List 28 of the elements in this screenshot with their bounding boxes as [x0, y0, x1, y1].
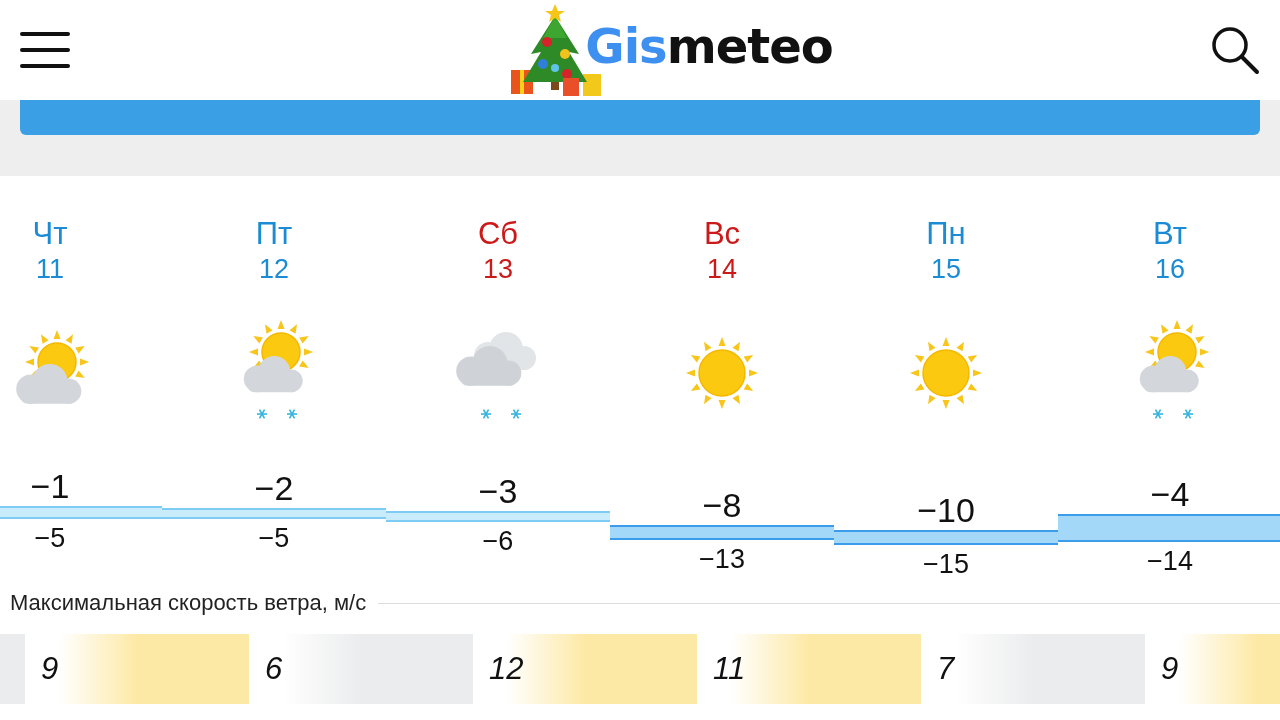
wind-speed-title: Максимальная скорость ветра, м/с: [10, 590, 367, 616]
max-temperature: −3: [478, 471, 518, 512]
weekday-label: Вс: [703, 216, 741, 252]
min-temperature: −6: [482, 524, 514, 558]
date-label: 14: [706, 253, 737, 286]
min-temperature: −15: [923, 548, 969, 581]
max-temperature: −1: [30, 465, 70, 506]
date-label: 16: [1154, 253, 1185, 286]
weekday-label: Вт: [1153, 216, 1187, 252]
date-label: 12: [258, 253, 289, 286]
menu-icon[interactable]: [20, 32, 70, 68]
max-temperature: −4: [1150, 473, 1190, 514]
weekday-label: Сб: [477, 216, 519, 252]
search-icon[interactable]: [1210, 25, 1260, 75]
max-temperature: −10: [917, 490, 975, 530]
max-temperature: −8: [702, 484, 742, 525]
min-temperature: −13: [699, 542, 745, 576]
date-label: 15: [930, 253, 961, 286]
min-temperature: −5: [34, 522, 66, 555]
weekday-label: Пн: [926, 216, 966, 252]
weekday-label: Чт: [32, 216, 68, 252]
max-temperature: −2: [254, 468, 294, 509]
min-temperature: −14: [1147, 545, 1193, 579]
date-label: 13: [482, 253, 513, 286]
date-label: 11: [36, 253, 64, 286]
weekday-label: Пт: [255, 216, 293, 252]
logo-text[interactable]: Gismeteo: [585, 18, 833, 74]
min-temperature: −5: [258, 522, 290, 555]
